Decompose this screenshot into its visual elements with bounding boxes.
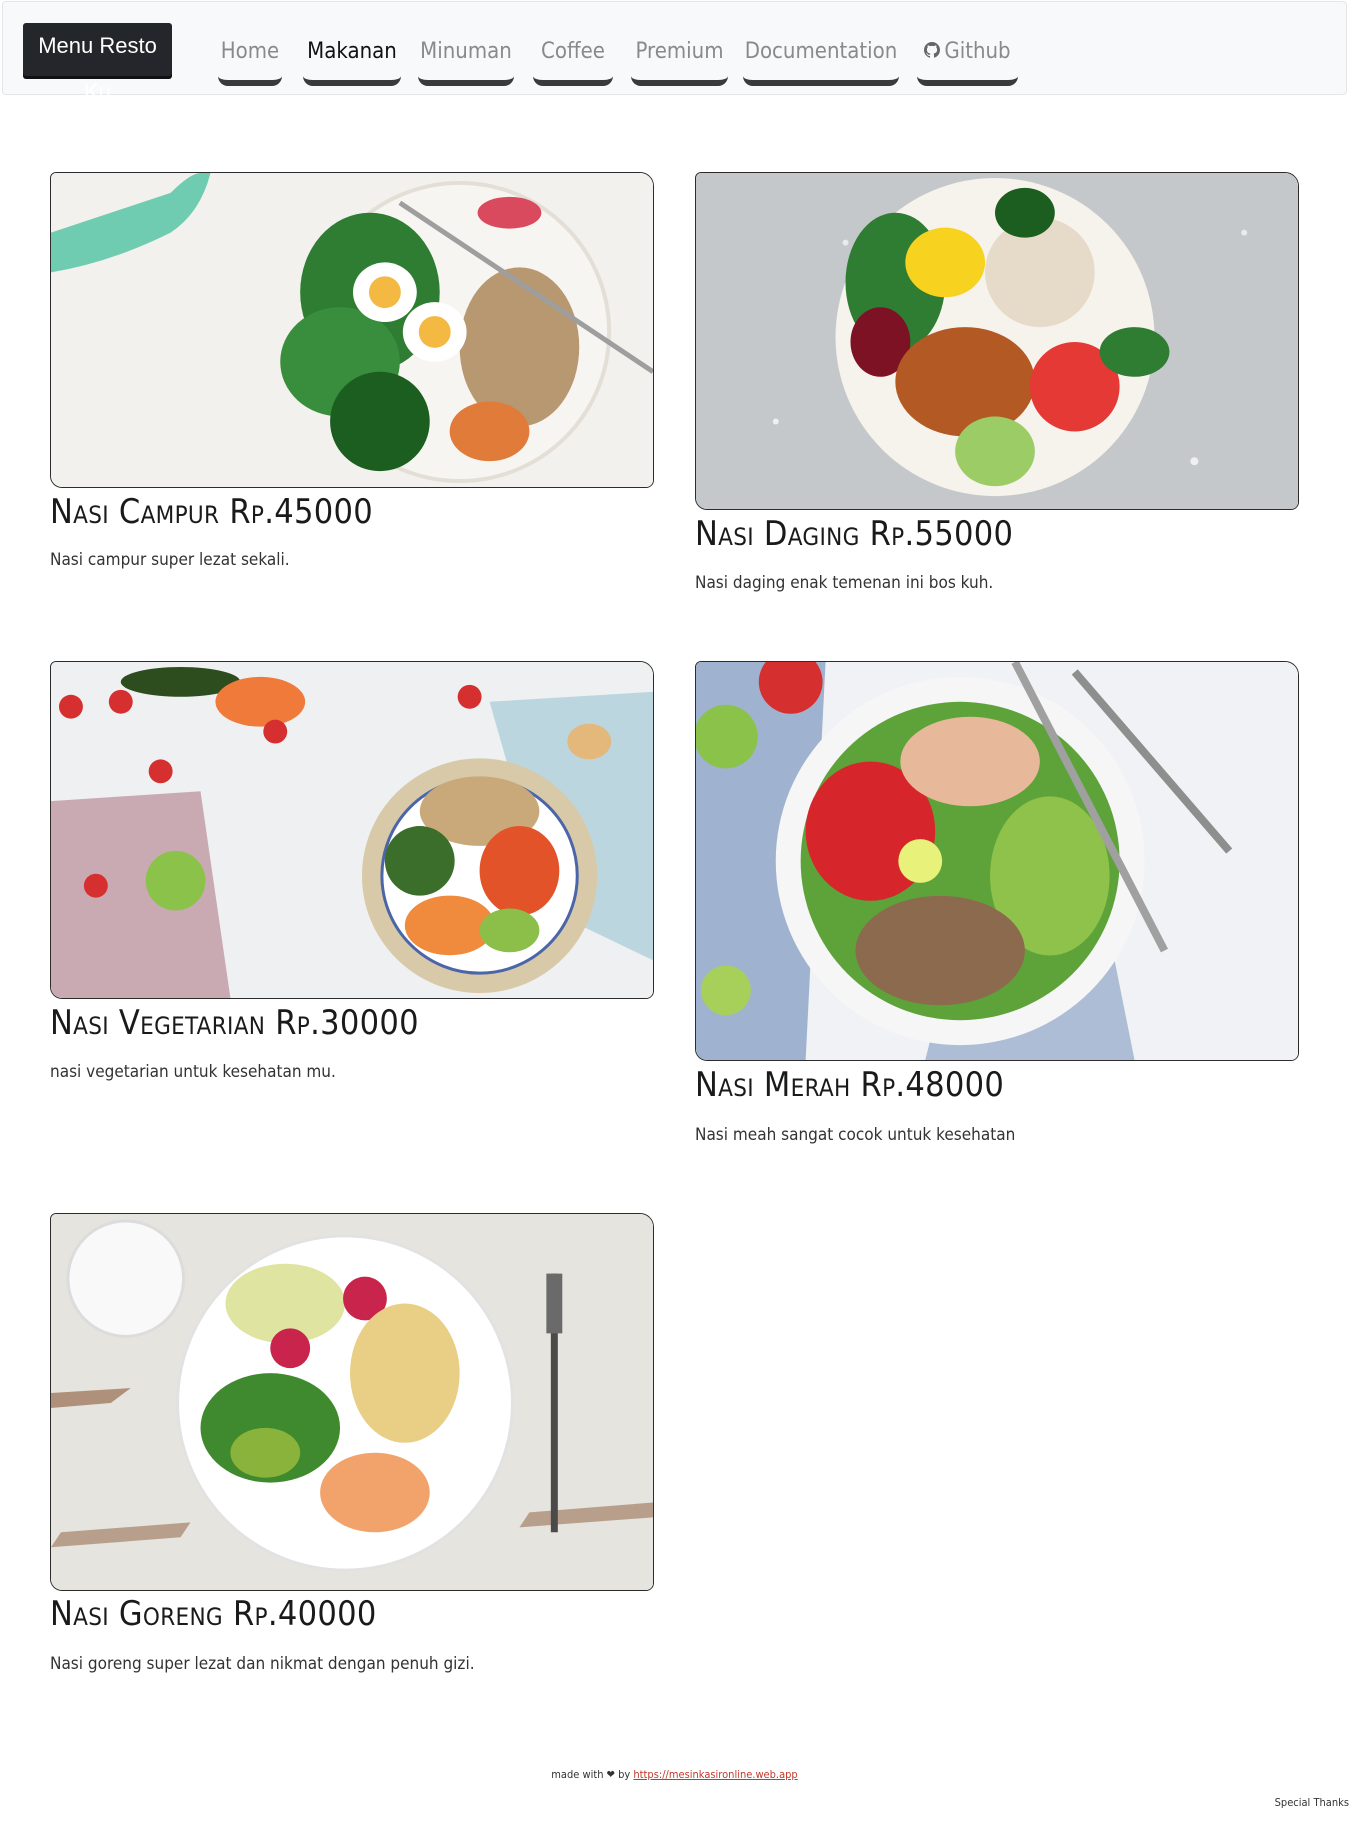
- menu-title: Nasi Daging Rp.55000: [695, 514, 1014, 554]
- menu-title: Nasi Campur Rp.45000: [50, 492, 373, 532]
- menu-title: Nasi Goreng Rp.40000: [50, 1594, 377, 1634]
- nav-github[interactable]: Github: [917, 32, 1018, 86]
- nav-coffee-label: Coffee: [541, 39, 605, 64]
- nav-minuman[interactable]: Minuman: [418, 32, 514, 86]
- shrimp-plate-photo: [50, 1213, 654, 1591]
- menu-description: nasi vegetarian untuk kesehatan mu.: [50, 1062, 336, 1082]
- chicken-rice-bowl-photo: [695, 172, 1299, 510]
- salad-bowl-eggs-photo: [50, 172, 654, 488]
- menu-description: Nasi daging enak temenan ini bos kuh.: [695, 573, 994, 593]
- menu-title: Nasi Merah Rp.48000: [695, 1065, 1005, 1105]
- nav-makanan-label: Makanan: [307, 39, 397, 64]
- special-thanks: Special Thanks: [1274, 1796, 1349, 1809]
- top-navbar: Menu Resto Ku Home Makanan Minuman Coffe…: [2, 1, 1347, 104]
- footer-by: by: [618, 1768, 631, 1781]
- nav-premium-label: Premium: [635, 39, 724, 64]
- nav-documentation[interactable]: Documentation: [743, 32, 899, 86]
- menu-title: Nasi Vegetarian Rp.30000: [50, 1003, 419, 1043]
- footer-made-with: made with: [551, 1768, 604, 1781]
- menu-description: Nasi meah sangat cocok untuk kesehatan: [695, 1125, 1016, 1145]
- nav-premium[interactable]: Premium: [631, 32, 728, 86]
- footer: made with ❤ by https://mesinkasironline.…: [0, 1768, 1349, 1781]
- heart-icon: ❤: [606, 1768, 615, 1781]
- menu-description: Nasi goreng super lezat dan nikmat denga…: [50, 1654, 475, 1674]
- nav-documentation-label: Documentation: [744, 39, 898, 64]
- menu-description: Nasi campur super lezat sekali.: [50, 550, 290, 570]
- github-icon: [924, 32, 941, 72]
- nav-home[interactable]: Home: [218, 32, 282, 86]
- quinoa-avocado-bowl-photo: [695, 661, 1299, 1061]
- nav-minuman-label: Minuman: [420, 39, 512, 64]
- nav-makanan[interactable]: Makanan: [303, 32, 401, 86]
- footer-link[interactable]: https://mesinkasironline.web.app: [633, 1768, 797, 1781]
- brand-button[interactable]: Menu Resto Ku: [23, 23, 172, 104]
- nav-home-label: Home: [220, 39, 280, 64]
- nav-coffee[interactable]: Coffee: [533, 32, 613, 86]
- vegetable-quinoa-bowl-photo: [50, 661, 654, 999]
- nav-github-label: Github: [944, 39, 1011, 64]
